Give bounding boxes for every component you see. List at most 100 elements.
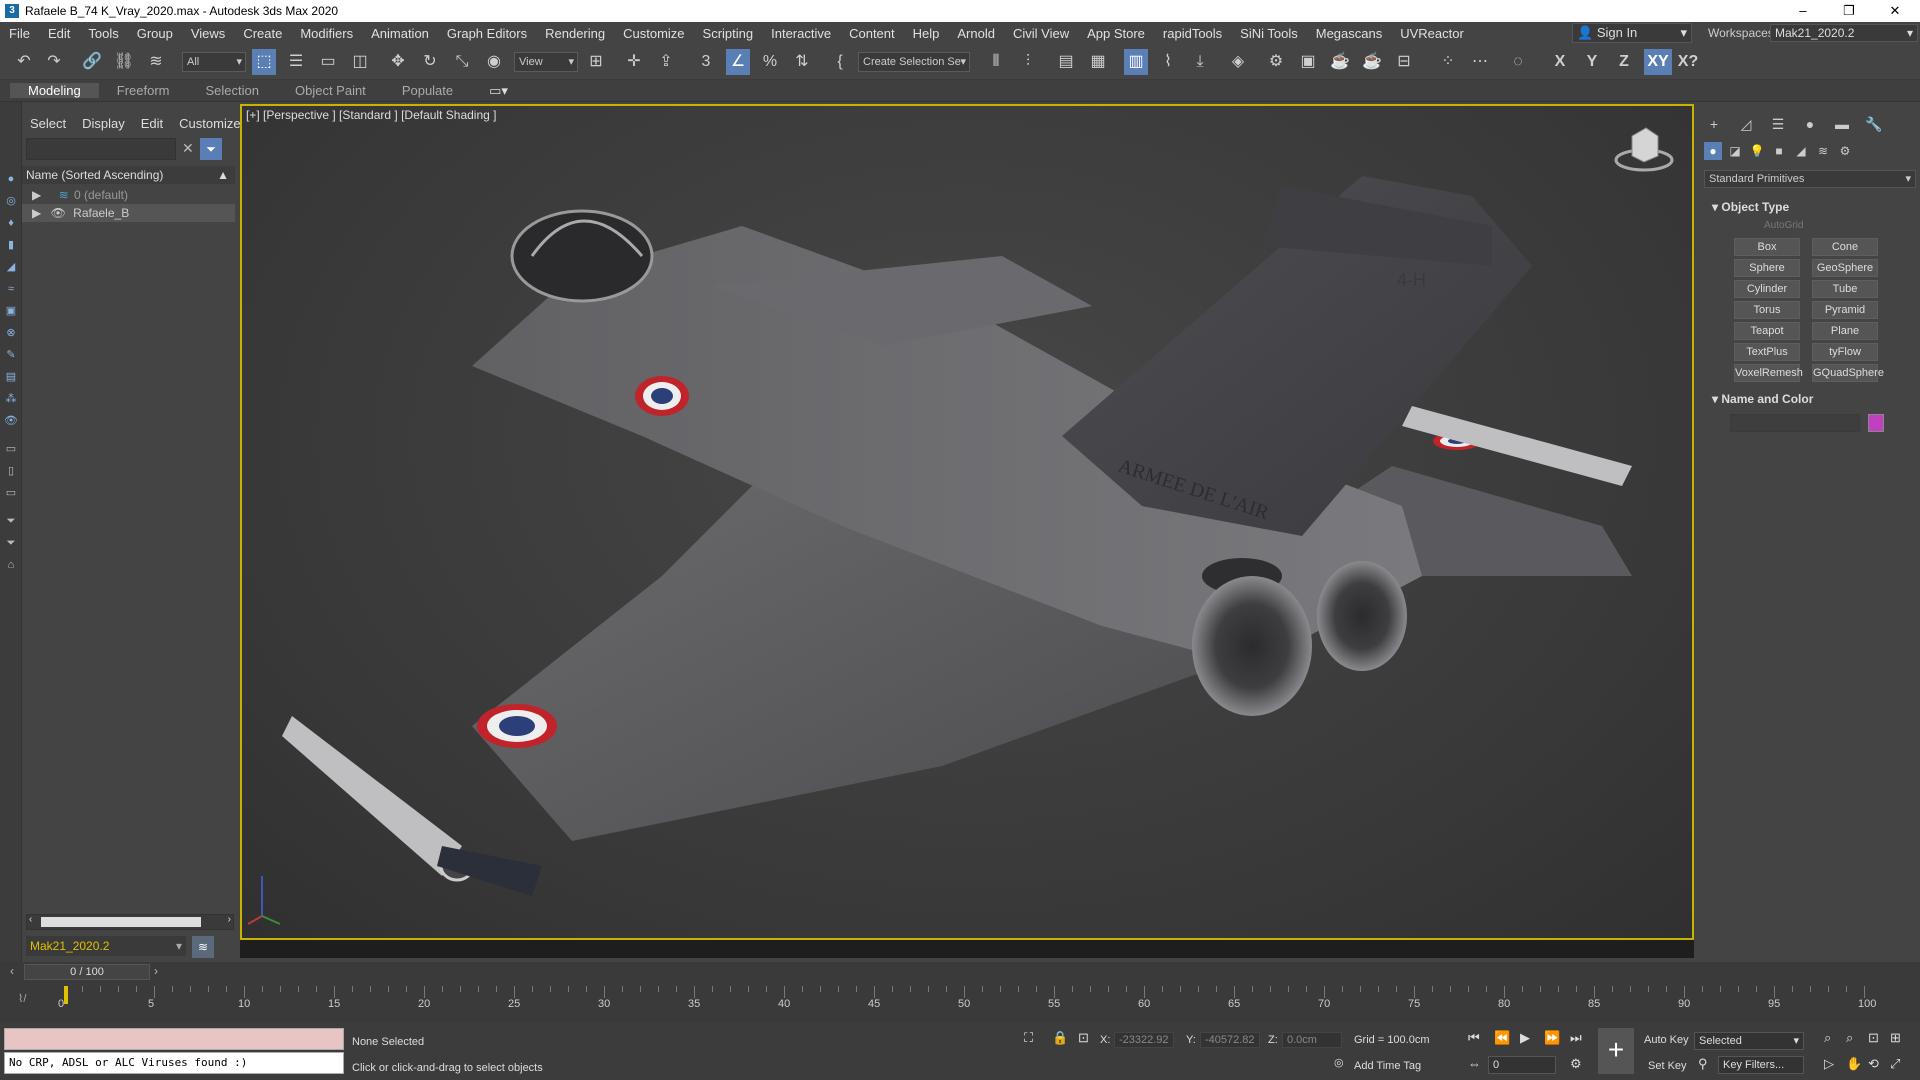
menu-megascans[interactable]: Megascans bbox=[1307, 26, 1391, 41]
selection-lock-icon[interactable]: 🔒 bbox=[1052, 1030, 1068, 1046]
explorer-menu-display[interactable]: Display bbox=[74, 116, 133, 131]
scale-icon[interactable]: ⤡ bbox=[450, 49, 474, 75]
explorer-row[interactable]: ▶ 👁 Rafaele_B bbox=[22, 204, 235, 222]
spacewarps-icon[interactable]: ≋ bbox=[1814, 142, 1832, 160]
unlink-icon[interactable]: ⛓ bbox=[112, 49, 136, 75]
zoom-extents-icon[interactable]: ⊡ bbox=[1868, 1030, 1879, 1046]
next-key-icon[interactable]: ⏩ bbox=[1544, 1030, 1560, 1046]
object-name-field[interactable] bbox=[1730, 414, 1860, 432]
axis-xy-button[interactable]: XY bbox=[1644, 49, 1672, 75]
schematic-view-icon[interactable]: ⤓ bbox=[1188, 49, 1212, 75]
select-manipulate-icon[interactable]: ✛ bbox=[622, 49, 646, 75]
tab-freeform[interactable]: Freeform bbox=[99, 83, 188, 98]
pan-icon[interactable]: ✋ bbox=[1846, 1056, 1862, 1072]
mirror-icon[interactable]: ⫴ bbox=[984, 49, 1008, 75]
find-icon[interactable]: ⌂ bbox=[4, 558, 18, 572]
go-to-end-icon[interactable]: ⏭ bbox=[1570, 1030, 1582, 1046]
layer-explorer-icon[interactable]: ≋ bbox=[192, 936, 214, 958]
workspace-dropdown[interactable]: Mak21_2020.2 ▾ bbox=[1770, 24, 1918, 42]
current-frame-marker[interactable] bbox=[64, 986, 68, 1004]
viewcube-icon[interactable] bbox=[1614, 124, 1674, 174]
link-icon[interactable]: 🔗 bbox=[80, 49, 104, 75]
object-type-rollout[interactable]: ▾ Object Type bbox=[1704, 198, 1916, 216]
scrollbar-thumb[interactable] bbox=[41, 917, 201, 927]
absolute-mode-icon[interactable]: ⊡ bbox=[1078, 1030, 1089, 1046]
rect-selection-icon[interactable]: ▭ bbox=[316, 49, 340, 75]
filter-icon[interactable]: ⏷ bbox=[200, 138, 222, 160]
undo-icon[interactable]: ↶ bbox=[12, 49, 36, 75]
expand-arrow-icon[interactable]: ▶ bbox=[32, 206, 41, 220]
key-mode-dropdown[interactable]: Selected ▾ bbox=[1694, 1032, 1804, 1050]
time-slider-thumb[interactable]: 0 / 100 bbox=[24, 964, 150, 980]
menu-help[interactable]: Help bbox=[904, 26, 949, 41]
angle-snap-icon[interactable]: ∠ bbox=[726, 49, 750, 75]
axis-y-button[interactable]: Y bbox=[1580, 49, 1604, 75]
menu-uvreactor[interactable]: UVReactor bbox=[1391, 26, 1473, 41]
display-all-icon[interactable]: ▭ bbox=[4, 442, 18, 456]
menu-rapidtools[interactable]: rapidTools bbox=[1154, 26, 1231, 41]
tab-populate[interactable]: Populate bbox=[384, 83, 471, 98]
containers-filter-icon[interactable]: ▤ bbox=[4, 370, 18, 384]
expand-arrow-icon[interactable]: ▶ bbox=[32, 188, 41, 202]
maxscript-listener-input[interactable] bbox=[4, 1028, 344, 1050]
rotate-icon[interactable]: ↻ bbox=[418, 49, 442, 75]
menu-group[interactable]: Group bbox=[128, 26, 182, 41]
z-coordinate-field[interactable]: 0.0cm bbox=[1282, 1032, 1342, 1048]
voxelremesh-button[interactable]: VoxelRemesh bbox=[1734, 364, 1803, 382]
cameras-icon[interactable]: ■ bbox=[1770, 142, 1788, 160]
zoom-icon[interactable]: ⌕ bbox=[1824, 1030, 1831, 1046]
auto-key-button[interactable]: Auto Key bbox=[1644, 1034, 1689, 1046]
create-tab-icon[interactable]: + bbox=[1704, 114, 1724, 134]
timeline-ruler[interactable]: 0 5 10 15 20 25 30 35 40 45 50 55 60 65 70 75 80 85 90 95 10… bbox=[58, 982, 1876, 1022]
cylinder-button[interactable]: Cylinder bbox=[1734, 280, 1800, 298]
layer-explorer-icon[interactable]: ▦ bbox=[1086, 49, 1110, 75]
snap-settings-icon[interactable]: ⋯ bbox=[1468, 49, 1492, 75]
selection-filter-dropdown[interactable]: All ▾ bbox=[182, 52, 246, 72]
scroll-right-icon[interactable]: › bbox=[228, 914, 231, 925]
frozen-filter-icon[interactable]: 👁 bbox=[4, 414, 18, 428]
explorer-menu-customize[interactable]: Customize bbox=[171, 116, 248, 131]
x-coordinate-field[interactable]: -23322.92 bbox=[1114, 1032, 1174, 1048]
tube-button[interactable]: Tube bbox=[1812, 280, 1878, 298]
time-configuration-icon[interactable]: ⚙ bbox=[1570, 1056, 1582, 1072]
current-frame-field[interactable]: 0 bbox=[1488, 1056, 1556, 1074]
zoom-extents-all-icon[interactable]: ⊞ bbox=[1890, 1030, 1901, 1046]
render-gallery-icon[interactable]: ⊟ bbox=[1392, 49, 1416, 75]
set-key-big-icon[interactable]: + bbox=[1598, 1028, 1634, 1074]
menu-tools[interactable]: Tools bbox=[79, 26, 127, 41]
helpers-icon[interactable]: ◢ bbox=[1792, 142, 1810, 160]
menu-arnold[interactable]: Arnold bbox=[948, 26, 1004, 41]
mini-curve-editor-icon[interactable]: ⌇/ bbox=[18, 992, 26, 1005]
shapes-icon[interactable]: ◪ bbox=[1726, 142, 1744, 160]
perspective-viewport[interactable]: [+] [Perspective ] [Standard ] [Default … bbox=[240, 104, 1694, 940]
tab-object-paint[interactable]: Object Paint bbox=[277, 83, 384, 98]
sphere-button[interactable]: Sphere bbox=[1734, 259, 1800, 277]
spacewarps-filter-icon[interactable]: ≈ bbox=[4, 282, 18, 296]
display-none-icon[interactable]: ▯ bbox=[4, 464, 18, 478]
named-selection-dropdown[interactable]: Create Selection Se ▾ bbox=[858, 52, 970, 72]
bones-filter-icon[interactable]: ✎ bbox=[4, 348, 18, 362]
tyflow-button[interactable]: tyFlow bbox=[1812, 343, 1878, 361]
select-object-icon[interactable]: ⬚ bbox=[252, 49, 276, 75]
prev-frame-icon[interactable]: ‹ bbox=[10, 964, 14, 978]
menu-scripting[interactable]: Scripting bbox=[694, 26, 763, 41]
geosphere-button[interactable]: GeoSphere bbox=[1812, 259, 1878, 277]
display-tab-icon[interactable]: ▬ bbox=[1832, 114, 1852, 134]
explorer-search-input[interactable] bbox=[26, 138, 176, 160]
utilities-tab-icon[interactable]: 🔧 bbox=[1864, 114, 1884, 134]
menu-views[interactable]: Views bbox=[182, 26, 234, 41]
previous-key-icon[interactable]: ⏪ bbox=[1494, 1030, 1510, 1046]
bind-space-warp-icon[interactable]: ≋ bbox=[144, 49, 168, 75]
hierarchy-tab-icon[interactable]: ☰ bbox=[1768, 114, 1788, 134]
pyramid-button[interactable]: Pyramid bbox=[1812, 301, 1878, 319]
key-mode-toggle-icon[interactable]: ⇔ bbox=[1468, 1056, 1481, 1071]
isolate-icon[interactable]: ◌ bbox=[1506, 49, 1530, 75]
place-icon[interactable]: ◉ bbox=[482, 49, 506, 75]
systems-icon[interactable]: ⚙ bbox=[1836, 142, 1854, 160]
close-button[interactable]: ✕ bbox=[1872, 0, 1918, 22]
menu-sini-tools[interactable]: SiNi Tools bbox=[1231, 26, 1307, 41]
axis-z-button[interactable]: Z bbox=[1612, 49, 1636, 75]
gquadsphere-button[interactable]: GQuadSphere bbox=[1812, 364, 1884, 382]
scene-explorer-toggle-icon[interactable]: ▤ bbox=[1054, 49, 1078, 75]
keyboard-shortcut-icon[interactable]: ⇪ bbox=[654, 49, 678, 75]
